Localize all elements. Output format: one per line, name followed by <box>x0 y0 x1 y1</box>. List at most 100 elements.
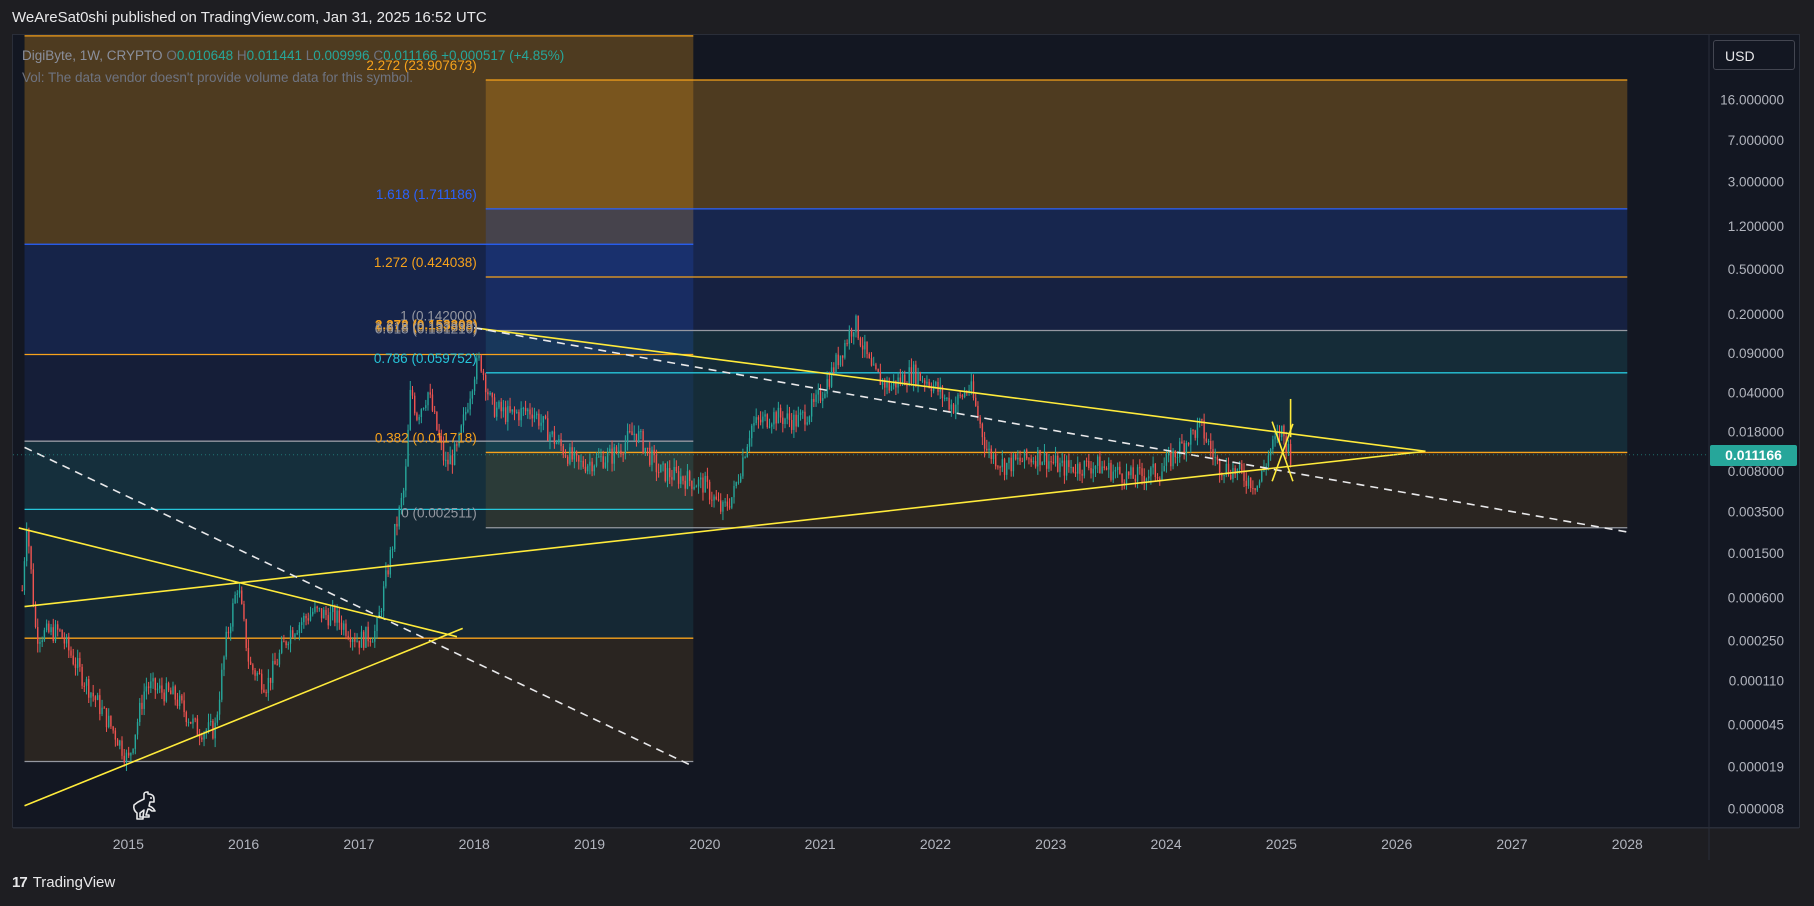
candle-body <box>387 570 389 575</box>
candle-body <box>642 431 644 453</box>
candle-body <box>245 619 247 648</box>
candle-body <box>728 506 731 508</box>
candle-body <box>116 739 119 746</box>
candle-body <box>1156 477 1159 479</box>
candle-body <box>540 422 542 426</box>
candle-body <box>125 752 128 763</box>
candle-body <box>531 414 533 419</box>
candle-body <box>1074 471 1077 474</box>
candle-body <box>349 638 352 643</box>
candle-body <box>895 380 897 388</box>
candle-body <box>1174 450 1176 458</box>
candle-body <box>229 626 232 634</box>
candle-body <box>32 569 35 606</box>
candle-body <box>633 433 635 436</box>
candle-body <box>1090 468 1092 474</box>
fib-2-level-label: 0 (0.002511) <box>401 506 477 521</box>
candle-body <box>389 549 392 575</box>
candle-body <box>1230 474 1232 480</box>
dinosaur-icon[interactable] <box>128 790 162 824</box>
price-tick-label: 3.000000 <box>1728 174 1784 189</box>
candle-body <box>795 414 797 427</box>
time-tick-label: 2019 <box>574 836 605 852</box>
candle-body <box>655 455 658 473</box>
candle-body <box>693 486 695 489</box>
symbol-label[interactable]: DigiByte, 1W, CRYPTO <box>22 48 163 63</box>
candle-body <box>318 608 321 610</box>
close-value: 0.011166 <box>383 48 438 63</box>
candle-body <box>30 546 32 570</box>
price-chart[interactable]: 0 (0.000021) 0.382 (0.000262) 0.786 (0.003… <box>0 0 1814 906</box>
candle-body <box>467 409 469 412</box>
candle-body <box>187 721 190 723</box>
candle-body <box>660 464 662 473</box>
candle-body <box>538 413 540 426</box>
candle-body <box>946 397 948 399</box>
candle-body <box>178 695 181 706</box>
price-tick-label: 0.018000 <box>1728 424 1784 439</box>
candle-body <box>345 623 347 636</box>
candle-body <box>72 655 74 665</box>
candle-body <box>751 425 753 439</box>
candle-body <box>52 627 54 641</box>
tradingview-brand[interactable]: 17 TradingView <box>12 874 115 891</box>
candle-body <box>606 452 609 463</box>
candle-body <box>108 715 110 728</box>
candle-body <box>830 367 833 387</box>
candle-body <box>975 397 977 406</box>
candle-body <box>1116 466 1119 471</box>
candle-body <box>1165 455 1168 466</box>
candle-body <box>777 407 780 424</box>
time-axis[interactable]: 2015 2016 2017 2018 2019 2020 2021 2022 2023 2024… <box>113 836 1643 852</box>
fib-2-level-label: 1.618 (1.711186) <box>376 187 477 202</box>
candle-body <box>857 315 859 339</box>
time-tick-label: 2025 <box>1266 836 1297 852</box>
candle-body <box>1083 460 1086 476</box>
candle-body <box>551 431 553 435</box>
candle-body <box>853 332 855 337</box>
candle-body <box>402 490 405 498</box>
candle-body <box>147 686 150 689</box>
candle-body <box>287 643 290 646</box>
candle-body <box>518 412 520 421</box>
candle-body <box>130 753 132 756</box>
candle-body <box>145 686 148 692</box>
price-tick-label: 0.003500 <box>1728 504 1784 519</box>
candle-body <box>223 656 225 670</box>
last-price-tag: 0.011166 <box>1710 444 1797 466</box>
candle-body <box>343 623 345 630</box>
candle-body <box>300 622 303 626</box>
candle-body <box>1274 436 1276 440</box>
candle-body <box>637 431 640 442</box>
candle-body <box>839 355 842 366</box>
time-tick-label: 2016 <box>228 836 259 852</box>
currency-button[interactable]: USD <box>1713 40 1795 70</box>
candle-body <box>1128 471 1130 476</box>
candle-body <box>640 431 642 433</box>
fib-1-zone <box>24 509 694 639</box>
candle-body <box>662 463 664 465</box>
candle-body <box>915 364 917 385</box>
candle-body <box>1258 481 1261 486</box>
candle-body <box>316 606 318 609</box>
candle-body <box>635 433 638 442</box>
time-tick-label: 2020 <box>689 836 720 852</box>
price-tick-label: 0.200000 <box>1728 307 1784 322</box>
candle-body <box>57 624 59 630</box>
candle-body <box>329 612 332 626</box>
fib-2-zone <box>485 208 1628 278</box>
candle-body <box>382 586 385 611</box>
candle-body <box>1119 466 1121 474</box>
candle-body <box>1003 459 1006 475</box>
candle-body <box>979 417 981 424</box>
candle-body <box>1232 468 1234 480</box>
candle-body <box>724 501 726 503</box>
candle-body <box>45 623 48 631</box>
candle-body <box>445 459 447 461</box>
price-tick-label: 0.000110 <box>1729 674 1784 689</box>
time-tick-label: 2021 <box>805 836 836 852</box>
candle-body <box>959 394 961 396</box>
candle-body <box>363 631 365 648</box>
candle-body <box>50 627 52 633</box>
candle-body <box>558 439 560 443</box>
